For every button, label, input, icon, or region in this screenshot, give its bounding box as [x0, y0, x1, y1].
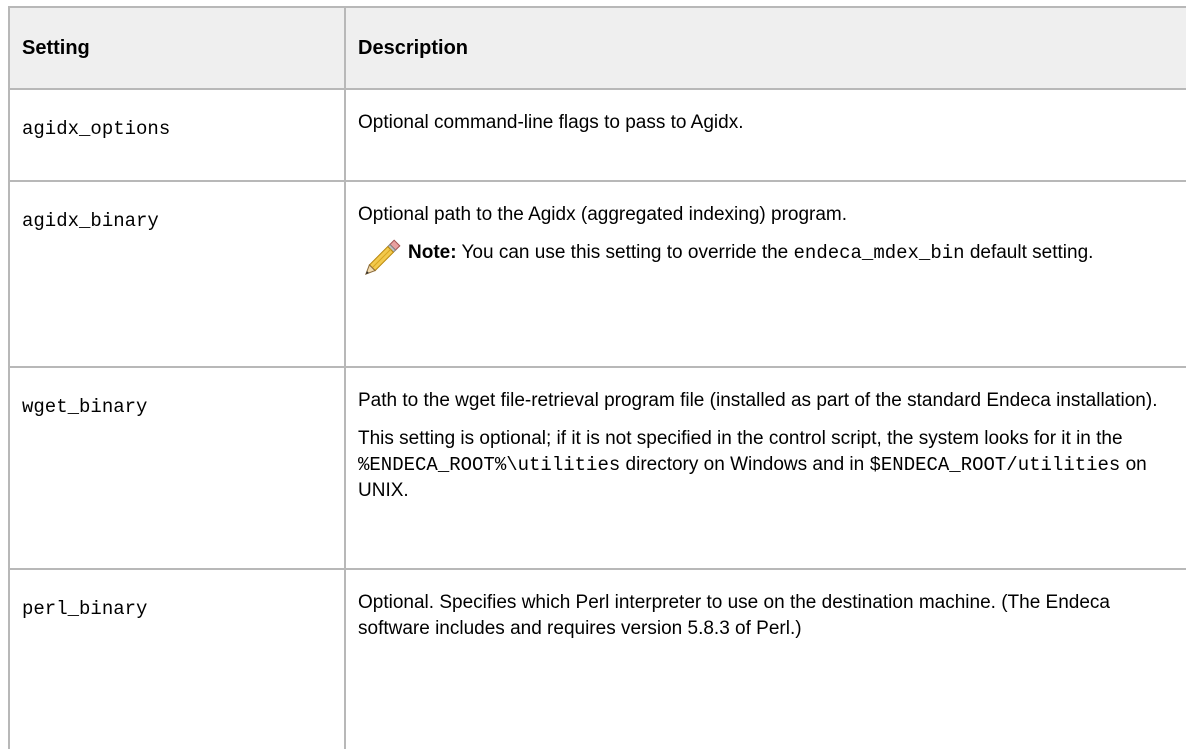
- note-text-part: default setting.: [964, 242, 1094, 263]
- table-row: agidx_options Optional command-line flag…: [8, 88, 1186, 182]
- note-block: Note: You can use this setting to overri…: [358, 238, 1174, 282]
- path-code: $ENDECA_ROOT/utilities: [869, 454, 1121, 476]
- note-label: Note:: [408, 242, 457, 263]
- note-text-part: You can use this setting to override the: [456, 242, 794, 263]
- setting-description: Optional path to the Agidx (aggregated i…: [344, 180, 1186, 368]
- header-setting: Setting: [8, 6, 346, 90]
- setting-name: wget_binary: [8, 366, 346, 570]
- note-text: Note: You can use this setting to overri…: [408, 240, 1093, 266]
- setting-name: agidx_binary: [8, 180, 346, 368]
- description-text: Optional path to the Agidx (aggregated i…: [358, 204, 848, 225]
- settings-table: Setting Description agidx_options Option…: [8, 6, 1186, 749]
- text-part: This setting is optional; if it is not s…: [358, 428, 1123, 449]
- path-code: %ENDECA_ROOT%\utilities: [358, 454, 621, 476]
- setting-description: Optional. Specifies which Perl interpret…: [344, 568, 1186, 749]
- pencil-icon: [358, 238, 402, 282]
- description-text: Path to the wget file-retrieval program …: [358, 390, 1158, 411]
- description-text: This setting is optional; if it is not s…: [358, 426, 1174, 504]
- table-row: wget_binary Path to the wget file-retrie…: [8, 366, 1186, 570]
- setting-description: Optional command-line flags to pass to A…: [344, 88, 1186, 182]
- text-part: directory on Windows and in: [620, 454, 870, 475]
- table-row: perl_binary Optional. Specifies which Pe…: [8, 568, 1186, 749]
- setting-description: Path to the wget file-retrieval program …: [344, 366, 1186, 570]
- note-code: endeca_mdex_bin: [793, 242, 965, 264]
- description-text: Optional. Specifies which Perl interpret…: [358, 592, 1110, 639]
- setting-name: perl_binary: [8, 568, 346, 749]
- description-text: Optional command-line flags to pass to A…: [358, 112, 744, 133]
- table-row: agidx_binary Optional path to the Agidx …: [8, 180, 1186, 368]
- table-header-row: Setting Description: [8, 6, 1186, 90]
- header-description: Description: [344, 6, 1186, 90]
- setting-name: agidx_options: [8, 88, 346, 182]
